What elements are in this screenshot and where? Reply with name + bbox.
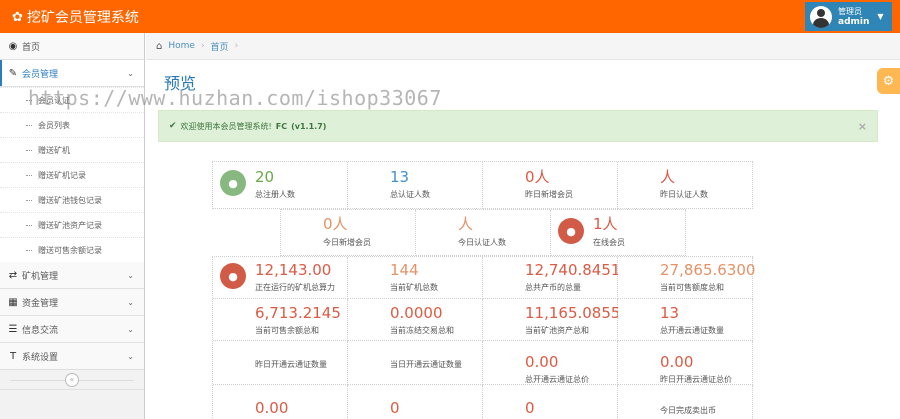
breadcrumb-current[interactable]: 首页 bbox=[211, 40, 229, 53]
stat-today-verified: 人 今日认证人数 bbox=[416, 210, 551, 256]
sidebar-item-messages[interactable]: ☰ 信息交流 ⌄ bbox=[0, 316, 144, 343]
stat-total-registered: ● 20 总注册人数 bbox=[213, 162, 348, 209]
leaf-icon: ✿ bbox=[12, 9, 23, 25]
stat-sellable-balance: 6,713.2145 当前可售余额总和 bbox=[213, 299, 348, 341]
stat-yesterday-cloud-price: 0.00 昨日开通云通证总价 bbox=[618, 341, 753, 385]
stat-yesterday-cloud-count: 昨日开通云通证数量 bbox=[213, 341, 348, 385]
shuffle-icon: ⇄ bbox=[8, 269, 18, 281]
stat-yesterday-verified: 人 昨日认证人数 bbox=[618, 162, 753, 209]
stat-pool-assets: 11,165.0855 当前矿池资产总和 bbox=[483, 299, 620, 341]
sidebar-item-settings[interactable]: T 系统设置 ⌄ bbox=[0, 343, 144, 370]
alert-brand: FC bbox=[275, 121, 288, 131]
calendar-icon: ▦ bbox=[8, 296, 18, 308]
stat-cloud-total-price: 0.00 总开通云通证总价 bbox=[483, 341, 618, 385]
stat-online-members: ● 1人 在线会员 bbox=[551, 210, 686, 256]
comment-icon: ● bbox=[220, 263, 246, 289]
chevron-down-icon: ⌄ bbox=[127, 270, 134, 280]
chevron-down-icon: ⌄ bbox=[127, 351, 134, 361]
close-icon[interactable]: × bbox=[858, 120, 867, 133]
stat-row6-b: 0 bbox=[348, 385, 483, 419]
stat-total-coins: 12,740.8451 总共产币的总量 bbox=[483, 257, 620, 299]
alert-text: 欢迎使用本会员管理系统! bbox=[180, 121, 272, 131]
stat-today-cloud-count: 当日开通云通证数量 bbox=[348, 341, 483, 385]
members-submenu: 会员认证 会员列表 赠送矿机 赠送矿机记录 赠送矿池钱包记录 赠送矿池资产记录 … bbox=[0, 87, 144, 262]
check-icon: ✔ bbox=[169, 121, 177, 131]
alert-version: (v1.1.7) bbox=[291, 121, 327, 131]
caret-down-icon: ▼ bbox=[877, 12, 884, 21]
list-icon: ☰ bbox=[8, 323, 18, 335]
user-role: 管理员 bbox=[838, 6, 862, 16]
sidebar-item-members[interactable]: ✎ 会员管理 ⌄ bbox=[0, 60, 144, 87]
sidebar-collapse: « bbox=[0, 370, 144, 390]
chevron-right-icon: › bbox=[234, 41, 239, 51]
submenu-item[interactable]: 赠送矿机 bbox=[0, 137, 144, 162]
stats-row-2: 0人 今日新增会员 人 今日认证人数 ● 1人 在线会员 bbox=[280, 209, 686, 256]
stats-row-1: ● 20 总注册人数 13 总认证人数 0人 昨日新增会员 人 昨日认证人数 bbox=[212, 161, 753, 209]
home-icon: ⌂ bbox=[156, 40, 163, 52]
sidebar-item-miners[interactable]: ⇄ 矿机管理 ⌄ bbox=[0, 262, 144, 289]
submenu-item[interactable]: 赠送矿池钱包记录 bbox=[0, 187, 144, 212]
user-name: admin bbox=[838, 16, 870, 27]
stat-yesterday-new: 0人 昨日新增会员 bbox=[483, 162, 618, 209]
comment-icon: ● bbox=[220, 170, 246, 196]
submenu-item[interactable]: 赠送可售余额记录 bbox=[0, 237, 144, 262]
sidebar: ◉ 首页 ✎ 会员管理 ⌄ 会员认证 会员列表 赠送矿机 赠送矿机记录 赠送矿池… bbox=[0, 33, 145, 419]
submenu-item[interactable]: 会员列表 bbox=[0, 112, 144, 137]
stat-sellable-quota: 27,865.6300 当前可售额度总和 bbox=[618, 257, 755, 299]
stat-cloud-token-count: 13 总开通云通证数量 bbox=[618, 299, 753, 341]
user-menu[interactable]: 管理员 admin ▼ bbox=[805, 2, 892, 31]
stat-today-sold: 今日完成卖出币 bbox=[618, 385, 753, 419]
stat-today-new: 0人 今日新增会员 bbox=[281, 210, 416, 256]
stats-grid: ● 12,143.00 正在运行的矿机总算力 144 当前矿机总数 12,740… bbox=[212, 256, 755, 419]
submenu-item[interactable]: 赠送矿池资产记录 bbox=[0, 212, 144, 237]
stat-current-miners: 144 当前矿机总数 bbox=[348, 257, 483, 299]
sidebar-item-funds[interactable]: ▦ 资金管理 ⌄ bbox=[0, 289, 144, 316]
top-navbar: ✿ 挖矿会员管理系统 管理员 admin ▼ bbox=[0, 0, 900, 33]
submenu-item[interactable]: 会员认证 bbox=[0, 87, 144, 112]
avatar bbox=[810, 5, 832, 28]
app-title: 挖矿会员管理系统 bbox=[26, 10, 139, 26]
submenu-item[interactable]: 赠送矿机记录 bbox=[0, 162, 144, 187]
chevron-down-icon: ⌄ bbox=[127, 297, 134, 307]
breadcrumb-home[interactable]: Home bbox=[168, 41, 195, 51]
dashboard-icon: ◉ bbox=[8, 40, 18, 52]
stat-row6-c: 0 bbox=[483, 385, 618, 419]
stat-row6-a: 0.00 bbox=[213, 385, 348, 419]
page-title: 预览 bbox=[164, 74, 197, 93]
stat-running-hashrate: ● 12,143.00 正在运行的矿机总算力 bbox=[213, 257, 348, 299]
comment-icon: ● bbox=[558, 218, 584, 244]
gear-icon[interactable]: ⚙ bbox=[877, 68, 900, 94]
chevron-down-icon: ⌄ bbox=[127, 68, 134, 78]
stat-frozen-trade: 0.0000 当前冻结交易总和 bbox=[348, 299, 483, 341]
edit-icon: ✎ bbox=[8, 67, 18, 79]
breadcrumb: ⌂ Home › 首页 › bbox=[146, 33, 900, 60]
text-icon: T bbox=[9, 350, 17, 362]
chevron-down-icon: ⌄ bbox=[127, 324, 134, 334]
sidebar-item-home[interactable]: ◉ 首页 bbox=[0, 33, 144, 60]
welcome-alert: ✔ 欢迎使用本会员管理系统! FC (v1.1.7) × bbox=[158, 110, 878, 142]
chevron-right-icon: › bbox=[200, 41, 205, 51]
stat-total-verified: 13 总认证人数 bbox=[348, 162, 483, 209]
double-left-icon[interactable]: « bbox=[65, 372, 79, 387]
app-brand[interactable]: ✿ 挖矿会员管理系统 bbox=[12, 7, 139, 27]
